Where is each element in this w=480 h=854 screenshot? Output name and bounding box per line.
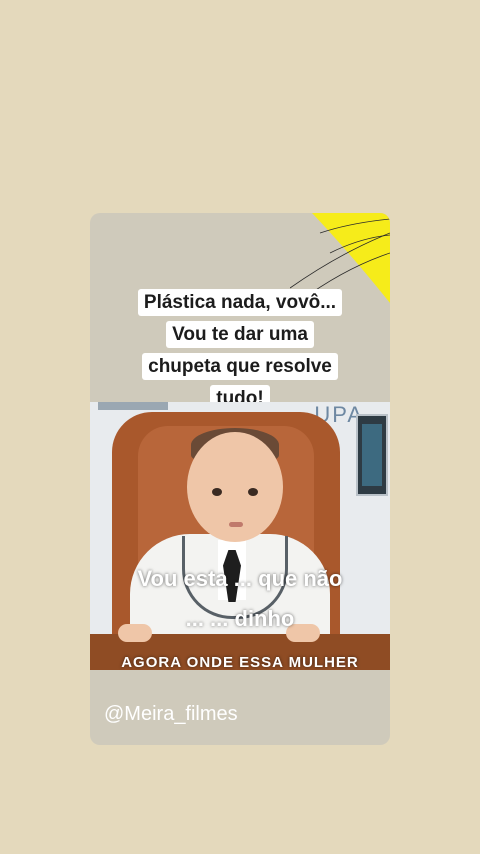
meme-caption: Plástica nada, vovô... Vou te dar uma ch… [90, 287, 390, 415]
shelf [98, 402, 168, 410]
baby-doctor-photo: UPA Vou esta ... que não ... ... dinho A… [90, 402, 390, 670]
monitor-icon [356, 414, 388, 496]
caption-line: Plástica nada, vovô... [137, 289, 343, 316]
caption-line: Vou te dar uma [166, 321, 314, 348]
eye [248, 488, 258, 496]
video-subtitle: Vou esta ... que não [137, 566, 343, 591]
video-subtitle: ... ... dinho [185, 606, 295, 631]
caption-line: chupeta que resolve [142, 353, 338, 380]
video-post-card[interactable]: Plástica nada, vovô... Vou te dar uma ch… [90, 213, 390, 745]
eye [212, 488, 222, 496]
video-subtitle: AGORA ONDE ESSA MULHER [121, 654, 359, 670]
creator-handle[interactable]: @Meira_filmes [104, 703, 238, 726]
mouth [229, 522, 243, 527]
